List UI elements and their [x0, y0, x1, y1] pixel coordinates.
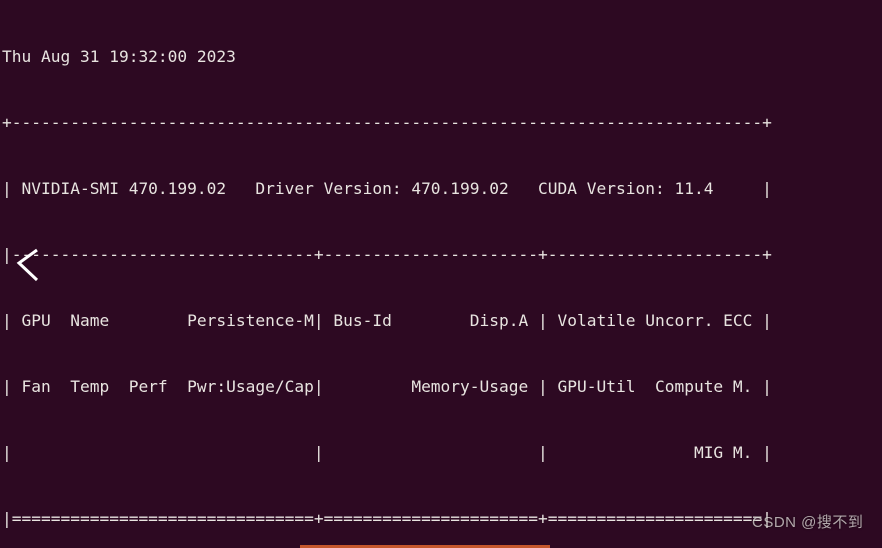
terminal-output: Thu Aug 31 19:32:00 2023 +--------------… [2, 2, 782, 548]
terminal-line: Thu Aug 31 19:32:00 2023 [2, 47, 236, 66]
terminal-window[interactable]: Thu Aug 31 19:32:00 2023 +--------------… [0, 0, 882, 548]
terminal-line: | GPU Name Persistence-M| Bus-Id Disp.A … [2, 311, 772, 330]
terminal-line: | | | MIG M. | [2, 443, 772, 462]
terminal-line: |===============================+=======… [2, 509, 772, 528]
terminal-line: +---------------------------------------… [2, 113, 772, 132]
terminal-line: | Fan Temp Perf Pwr:Usage/Cap| Memory-Us… [2, 377, 772, 396]
terminal-line: | NVIDIA-SMI 470.199.02 Driver Version: … [2, 179, 772, 198]
terminal-line: |-------------------------------+-------… [2, 245, 772, 264]
